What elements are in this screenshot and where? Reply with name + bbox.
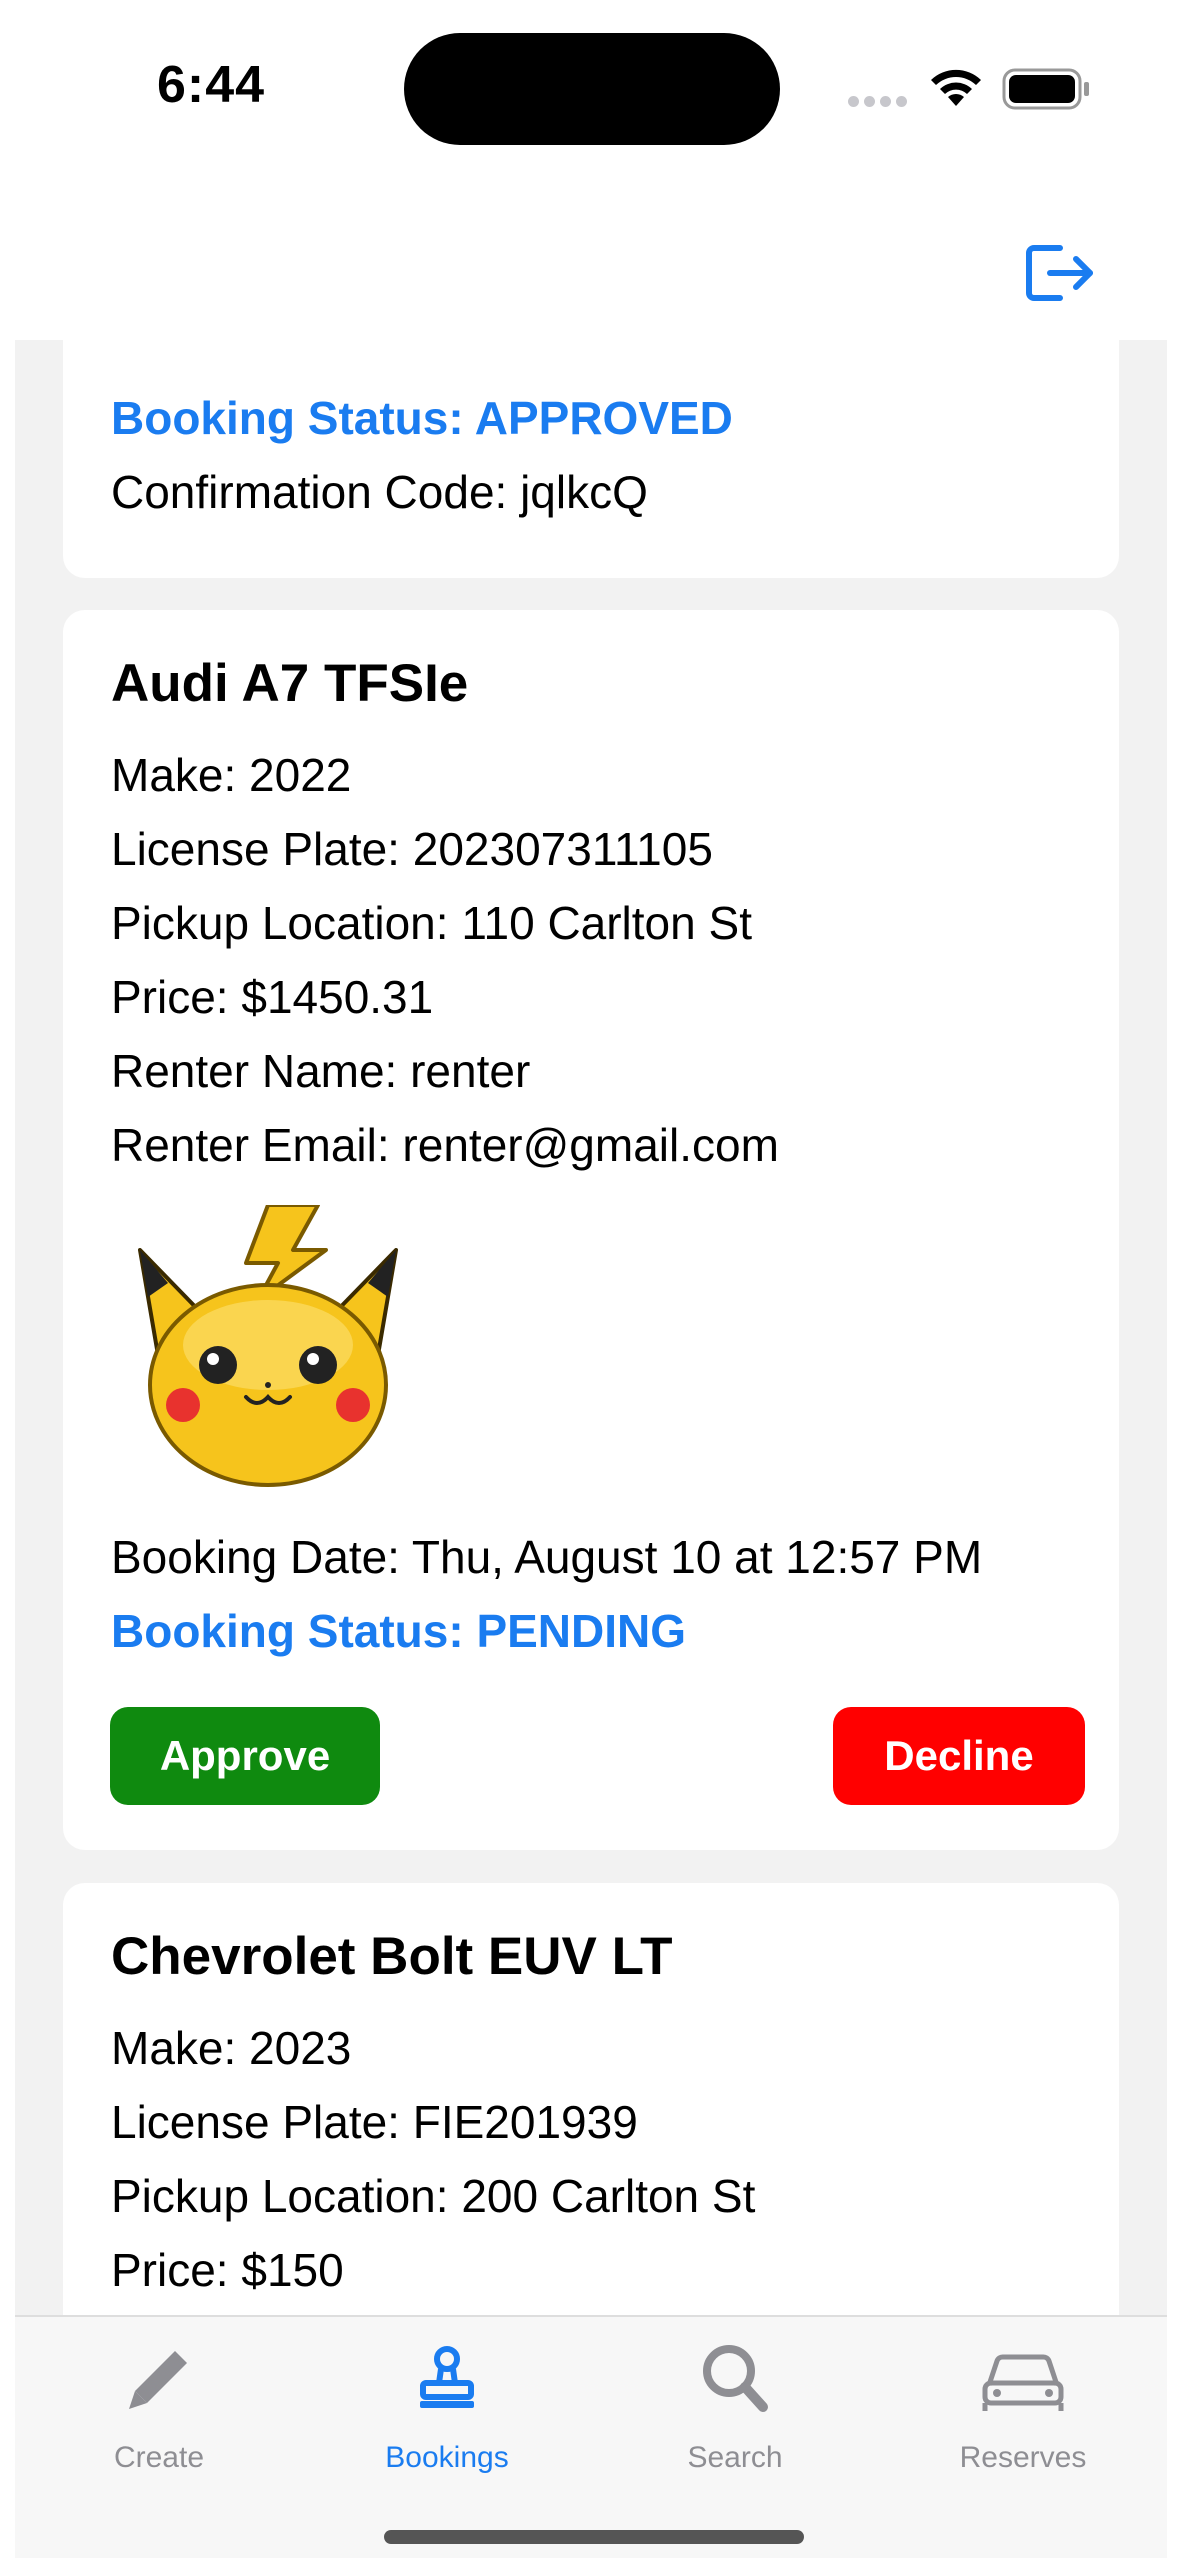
battery-icon <box>1002 68 1089 110</box>
tab-bookings[interactable]: Bookings <box>303 2317 591 2517</box>
booking-date: Booking Date: Thu, August 10 at 12:57 PM <box>111 1531 983 1583</box>
logout-icon[interactable] <box>1024 242 1098 304</box>
confirmation-code: Confirmation Code: jqlkcQ <box>111 466 648 518</box>
pikachu-image <box>138 1205 398 1487</box>
search-icon <box>703 2345 768 2412</box>
navigation-bar <box>0 200 1179 340</box>
car-title: Audi A7 TFSIe <box>111 654 469 713</box>
tab-reserves[interactable]: Reserves <box>879 2317 1167 2517</box>
cellular-signal-icon <box>848 94 912 112</box>
tab-bar: Create Bookings Search Reserves <box>15 2315 1167 2558</box>
tab-label: Reserves <box>959 2441 1087 2474</box>
dynamic-island <box>404 33 780 145</box>
booking-card: Booking Status: APPROVED Confirmation Co… <box>63 340 1119 578</box>
booking-card: Audi A7 TFSIe Make: 2022 License Plate: … <box>63 610 1119 1850</box>
license-plate: License Plate: FIE201939 <box>111 2096 638 2148</box>
pickup-location: Pickup Location: 110 Carlton St <box>111 897 752 949</box>
car-make: Make: 2022 <box>111 749 352 801</box>
car-icon <box>982 2354 1064 2411</box>
booking-card: Chevrolet Bolt EUV LT Make: 2023 License… <box>63 1883 1119 2315</box>
decline-button[interactable]: Decline <box>833 1707 1085 1805</box>
price: Price: $150 <box>111 2244 344 2296</box>
tab-label: Bookings <box>385 2441 509 2474</box>
car-title: Chevrolet Bolt EUV LT <box>111 1927 673 1986</box>
home-indicator <box>384 2530 804 2544</box>
bookings-list[interactable]: Booking Status: APPROVED Confirmation Co… <box>15 340 1167 2315</box>
booking-status: Booking Status: PENDING <box>111 1605 687 1657</box>
car-make: Make: 2023 <box>111 2022 352 2074</box>
wifi-icon <box>931 69 981 106</box>
status-bar: 6:44 <box>0 0 1179 170</box>
booking-status: Booking Status: APPROVED <box>111 392 733 444</box>
renter-name: Renter Name: renter <box>111 1045 531 1097</box>
price: Price: $1450.31 <box>111 971 434 1023</box>
renter-email: Renter Email: renter@gmail.com <box>111 1119 779 1171</box>
stamp-icon <box>420 2346 474 2408</box>
license-plate: License Plate: 202307311105 <box>111 823 713 875</box>
tab-label: Create <box>113 2441 205 2474</box>
tab-search[interactable]: Search <box>591 2317 879 2517</box>
tab-create[interactable]: Create <box>15 2317 303 2517</box>
pencil-icon <box>129 2351 187 2409</box>
pickup-location: Pickup Location: 200 Carlton St <box>111 2170 756 2222</box>
status-time: 6:44 <box>157 56 266 114</box>
tab-label: Search <box>687 2441 783 2474</box>
approve-button[interactable]: Approve <box>110 1707 380 1805</box>
